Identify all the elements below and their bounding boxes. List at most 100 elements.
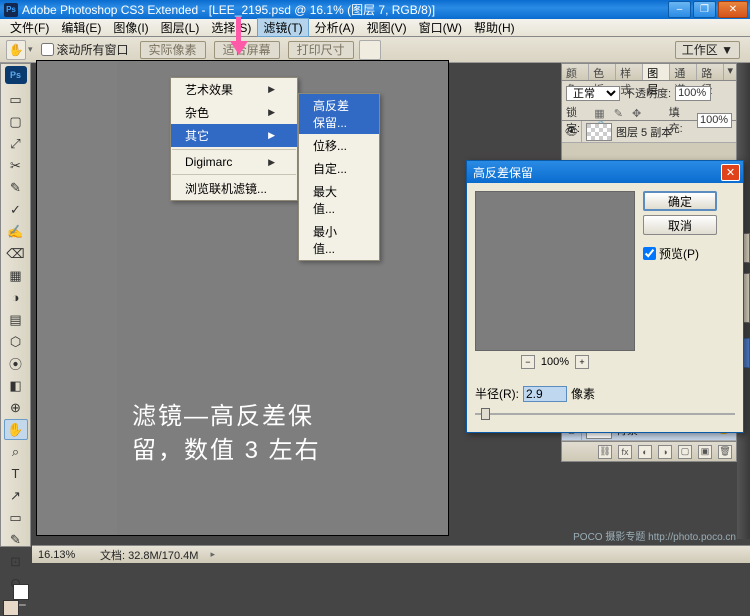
high-pass-dialog: 高反差保留 ✕ − 100% + 确定 取消 预览(P) 半径(R): 像素: [466, 160, 744, 433]
panel-tabs: 颜色色板样式图层通道路径▾: [561, 63, 737, 81]
tool-button[interactable]: ⊡: [4, 551, 28, 572]
menu-item[interactable]: 自定...: [299, 157, 379, 180]
other-submenu: 高反差保留...位移...自定...最大值...最小值...: [298, 93, 380, 261]
panel-tab[interactable]: 路径: [697, 64, 724, 80]
menu-item[interactable]: 帮助(H): [468, 18, 521, 37]
menu-item[interactable]: 最小值...: [299, 220, 379, 260]
tool-button[interactable]: ▭: [4, 89, 28, 110]
workspace-button[interactable]: 工作区 ▼: [675, 41, 740, 59]
tool-button[interactable]: ↗: [4, 485, 28, 506]
status-bar: 16.13% 文档: 32.8M/170.4M ▸: [32, 545, 750, 563]
fx-icon[interactable]: fx: [618, 445, 632, 459]
layers-toolbar: ⛓ fx ◐ ◑ ▢ ▣ 🗑: [561, 442, 737, 462]
menu-item[interactable]: 高反差保留...: [299, 94, 379, 134]
menu-item[interactable]: 图像(I): [107, 18, 154, 37]
tool-button[interactable]: ✂: [4, 155, 28, 176]
actual-pixels-button[interactable]: 实际像素: [140, 41, 206, 59]
radius-label: 半径(R):: [475, 385, 519, 402]
dialog-title: 高反差保留: [473, 164, 533, 181]
panel-tab[interactable]: 通道: [670, 64, 697, 80]
tool-button[interactable]: ⌕: [4, 441, 28, 462]
trash-icon[interactable]: 🗑: [718, 445, 732, 459]
tool-button[interactable]: ◑: [4, 287, 28, 308]
tool-button[interactable]: ⌫: [4, 243, 28, 264]
tool-button[interactable]: ▢: [4, 111, 28, 132]
zoom-in-button[interactable]: +: [575, 355, 589, 369]
tool-button[interactable]: T: [4, 463, 28, 484]
menu-item[interactable]: 浏览联机滤镜...: [171, 177, 297, 200]
menu-item[interactable]: 视图(V): [361, 18, 413, 37]
tools-palette: Ps ▭▢⤢✂✎✓✍⌫▦◑▤⬡⦿◧⊕✋⌕T↗▭✎⊡Q: [0, 63, 31, 547]
preview-checkbox[interactable]: 预览(P): [643, 245, 717, 262]
panel-tab[interactable]: 图层: [643, 64, 670, 80]
layer-name: 图层 5 副本: [616, 124, 672, 140]
menu-item[interactable]: 最大值...: [299, 180, 379, 220]
menu-item[interactable]: 图层(L): [155, 18, 206, 37]
tool-button[interactable]: ✍: [4, 221, 28, 242]
watermark: POCO 摄影专题 http://photo.poco.cn: [573, 528, 736, 543]
close-button[interactable]: ✕: [718, 1, 748, 18]
fill-field[interactable]: 100%: [697, 113, 732, 128]
menu-item[interactable]: 艺术效果▶: [171, 78, 297, 101]
panel-tab[interactable]: 色板: [589, 64, 616, 80]
tool-button[interactable]: ▦: [4, 265, 28, 286]
window-titlebar: Ps Adobe Photoshop CS3 Extended - [LEE_2…: [0, 0, 750, 19]
menu-item[interactable]: 文件(F): [4, 18, 55, 37]
blend-mode-select[interactable]: 正常: [566, 86, 620, 101]
tool-button[interactable]: ✓: [4, 199, 28, 220]
zoom-value: 100%: [541, 356, 569, 368]
radius-input[interactable]: [523, 386, 567, 402]
panel-menu-icon[interactable]: ▾: [725, 64, 737, 80]
visibility-icon[interactable]: 👁: [562, 121, 582, 142]
preview-area[interactable]: [475, 191, 635, 351]
maximize-button[interactable]: ❐: [693, 1, 716, 18]
minimize-button[interactable]: –: [668, 1, 691, 18]
tool-button[interactable]: ✎: [4, 177, 28, 198]
mask-icon[interactable]: ◐: [638, 445, 652, 459]
menu-item[interactable]: 滤镜(T): [257, 18, 308, 37]
print-size-button[interactable]: 打印尺寸: [288, 41, 354, 59]
app-icon: Ps: [4, 3, 18, 17]
tool-button[interactable]: ▤: [4, 309, 28, 330]
hand-tool-icon[interactable]: ✋: [6, 40, 26, 60]
dialog-titlebar[interactable]: 高反差保留 ✕: [467, 161, 743, 183]
zoom-out-button[interactable]: −: [521, 355, 535, 369]
menubar: 文件(F)编辑(E)图像(I)图层(L)选择(S)滤镜(T)分析(A)视图(V)…: [0, 19, 750, 37]
menu-item[interactable]: 窗口(W): [413, 18, 468, 37]
tool-button[interactable]: ▭: [4, 507, 28, 528]
menu-item[interactable]: 其它▶: [171, 124, 297, 147]
panel-tab[interactable]: 颜色: [562, 64, 589, 80]
tool-button[interactable]: ⬡: [4, 331, 28, 352]
folder-icon[interactable]: ▢: [678, 445, 692, 459]
link-icon[interactable]: ⛓: [598, 445, 612, 459]
new-icon[interactable]: ▣: [698, 445, 712, 459]
tool-button[interactable]: ⤢: [4, 133, 28, 154]
menu-item[interactable]: Digimarc▶: [171, 152, 297, 172]
filter-submenu: 艺术效果▶杂色▶其它▶ Digimarc▶ 浏览联机滤镜...: [170, 77, 298, 201]
radius-slider[interactable]: [475, 406, 735, 422]
tutorial-annotation: 滤镜—高反差保 留，数值 3 左右: [132, 400, 321, 468]
layer-thumb: [586, 123, 612, 141]
tool-button[interactable]: ⦿: [4, 353, 28, 374]
opacity-field[interactable]: 100%: [675, 86, 711, 101]
menu-item[interactable]: 杂色▶: [171, 101, 297, 124]
opacity-label: 不透明度:: [624, 85, 671, 101]
window-title: Adobe Photoshop CS3 Extended - [LEE_2195…: [22, 1, 435, 18]
scroll-all-checkbox[interactable]: 滚动所有窗口: [41, 41, 129, 58]
tool-button[interactable]: ⊕: [4, 397, 28, 418]
tool-button[interactable]: ✎: [4, 529, 28, 550]
tool-button[interactable]: ✋: [4, 419, 28, 440]
tutorial-arrow: [230, 17, 250, 57]
cancel-button[interactable]: 取消: [643, 215, 717, 235]
zoom-status[interactable]: 16.13%: [38, 549, 88, 561]
fill-label: 填充:: [669, 104, 693, 136]
menu-item[interactable]: 编辑(E): [55, 18, 107, 37]
menu-item[interactable]: 分析(A): [309, 18, 361, 37]
tool-button[interactable]: ◧: [4, 375, 28, 396]
adjust-icon[interactable]: ◑: [658, 445, 672, 459]
screenmode-button[interactable]: [359, 40, 381, 60]
dialog-close-button[interactable]: ✕: [721, 164, 740, 181]
ok-button[interactable]: 确定: [643, 191, 717, 211]
panel-tab[interactable]: 样式: [616, 64, 643, 80]
menu-item[interactable]: 位移...: [299, 134, 379, 157]
